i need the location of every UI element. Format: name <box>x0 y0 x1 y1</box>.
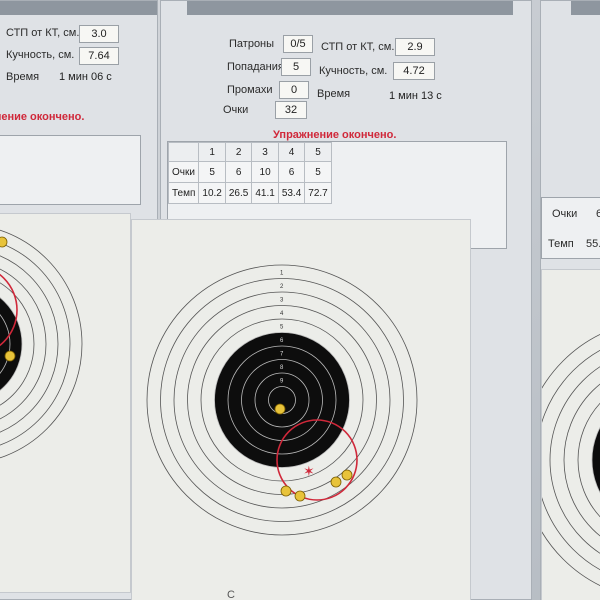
left-accuracy-label: Кучность, см. <box>6 49 75 61</box>
points-row-label: Очки <box>167 161 200 183</box>
shot-number-cell: 3 <box>251 142 279 162</box>
tempo-cell: 72.7 <box>304 182 332 204</box>
tempo-cell: 53.4 <box>277 182 306 204</box>
points-cell: 6 <box>224 161 253 183</box>
right-score-table: Очки 6 Темп 55.6 <box>541 197 600 259</box>
hits-label: Попадания <box>227 61 284 73</box>
points-row: Очки 5 6 10 6 5 <box>167 161 332 183</box>
shot-number-cell: 5 <box>304 142 332 162</box>
misses-label: Промахи <box>227 84 273 96</box>
tempo-row-label: Темп <box>167 182 200 204</box>
right-tempo-value: 55.6 <box>586 238 600 250</box>
target-ring <box>542 334 600 586</box>
left-target: 123456789 <box>0 229 83 459</box>
center-exercise-finished-banner: Упражнение окончено. <box>273 129 397 141</box>
right-points-value: 6 <box>596 208 600 220</box>
bullet-hole <box>341 469 353 481</box>
center-stp-label: СТП от КТ, см. <box>321 41 395 53</box>
screen: СТП от КТ, см. 3.0 Кучность, см. 7.64 Вр… <box>0 0 600 600</box>
left-target-svg: 123456789 <box>0 229 83 459</box>
tempo-cell: 41.1 <box>251 182 279 204</box>
shot-number-row: 1 2 3 4 5 <box>167 142 332 162</box>
center-time-label: Время <box>317 88 351 100</box>
center-accuracy-label: Кучность, см. <box>319 65 388 77</box>
left-stp-value: 3.0 <box>79 25 119 43</box>
center-scores-table: 1 2 3 4 5 Очки 5 6 10 6 5 Темп 10.2 26.5… <box>167 142 332 204</box>
center-stp-value: 2.9 <box>395 38 435 56</box>
hits-value: 5 <box>281 58 311 76</box>
left-score-table <box>0 135 141 205</box>
points-cell: 5 <box>198 161 226 183</box>
bullet-hole <box>274 403 286 415</box>
empty-corner-cell <box>167 142 200 162</box>
misses-value: 0 <box>279 81 309 99</box>
left-panel-header <box>0 1 157 15</box>
target-ring <box>542 349 600 571</box>
center-accuracy-value: 4.72 <box>393 62 435 80</box>
bullet-hole <box>294 490 306 502</box>
right-panel-header <box>571 1 600 15</box>
target-black-zone <box>0 297 22 391</box>
ring-number: 4 <box>280 311 284 317</box>
left-target-area: 123456789 <box>0 213 131 593</box>
points-cell: 5 <box>304 161 332 183</box>
left-time-value: 1 мин 06 с <box>59 71 112 83</box>
points-cell: 6 <box>277 161 306 183</box>
right-target-area: 123456789 <box>541 269 600 600</box>
center-target-area: 1 2 3 4 5 6 7 8 9 ✶ <box>131 219 471 600</box>
bullet-hole <box>4 350 16 362</box>
ring-number: 5 <box>280 324 284 330</box>
footer-partial-text: С <box>227 589 235 600</box>
shot-number-cell: 1 <box>198 142 226 162</box>
red-star-icon: ✶ <box>303 464 315 480</box>
target-black-zone <box>592 427 600 493</box>
bullet-hole <box>0 236 8 248</box>
bullet-hole <box>330 476 342 488</box>
right-tempo-label: Темп <box>548 238 574 250</box>
points-label: Очки <box>223 104 249 116</box>
center-panel-header <box>187 1 513 15</box>
left-stp-label: СТП от КТ, см. <box>6 27 80 39</box>
points-value: 32 <box>275 101 307 119</box>
right-target-svg: 123456789 <box>542 334 600 586</box>
tempo-cell: 26.5 <box>224 182 253 204</box>
shot-number-cell: 4 <box>277 142 306 162</box>
center-time-value: 1 мин 13 с <box>389 90 442 102</box>
center-shooter-panel: Патроны 0/5 Попадания 5 Промахи 0 Очки 3… <box>131 0 532 600</box>
tempo-cell: 10.2 <box>198 182 226 204</box>
ring-number: 2 <box>280 284 284 290</box>
cartridges-label: Патроны <box>229 38 275 50</box>
right-shooter-panel: Очки 6 Темп 55.6 123456789 <box>540 0 600 600</box>
ring-number: 1 <box>280 270 284 276</box>
left-time-label: Время <box>6 71 40 83</box>
left-accuracy-value: 7.64 <box>79 47 119 65</box>
shot-number-cell: 2 <box>224 142 253 162</box>
bullet-hole <box>280 485 292 497</box>
left-exercise-finished-banner: Упражнение окончено. <box>0 111 85 123</box>
cartridges-value: 0/5 <box>283 35 313 53</box>
tempo-row: Темп 10.2 26.5 41.1 53.4 72.7 <box>167 182 332 204</box>
ring-number: 3 <box>280 297 284 303</box>
center-target: 123456789✶ <box>146 264 418 536</box>
center-target-svg: 123456789✶ <box>146 264 418 536</box>
points-cell: 10 <box>251 161 279 183</box>
right-points-label: Очки <box>552 208 578 220</box>
right-target: 123456789 <box>542 334 600 586</box>
